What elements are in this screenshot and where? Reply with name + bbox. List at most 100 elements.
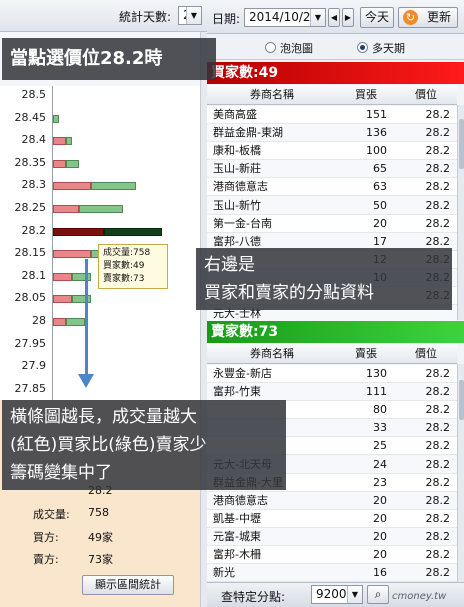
table-row[interactable]: 凱基-中壢 20 28.2 bbox=[207, 509, 457, 528]
cell-qty: 111 bbox=[366, 385, 387, 399]
cell-qty: 151 bbox=[366, 108, 387, 121]
sell-bar[interactable] bbox=[72, 295, 92, 304]
price-tick-label: 28.15 bbox=[14, 246, 47, 260]
price-tick-label: 28.05 bbox=[14, 291, 47, 305]
refresh-icon: ↻ bbox=[403, 10, 418, 25]
update-label: 更新 bbox=[426, 10, 451, 24]
cell-price: 28.2 bbox=[425, 548, 451, 561]
date-label: 日期: bbox=[212, 12, 241, 26]
radio-bubble[interactable] bbox=[265, 42, 276, 53]
buy-bar[interactable] bbox=[53, 295, 73, 304]
price-tick-label: 28.25 bbox=[14, 201, 47, 214]
buyers-scrollbar[interactable] bbox=[457, 105, 464, 320]
col-broker[interactable]: 券商名稱 bbox=[207, 85, 337, 105]
sellers-scrollbar[interactable] bbox=[457, 364, 464, 582]
table-row[interactable]: 永豐金-新店 130 28.2 bbox=[207, 365, 457, 383]
cell-broker: 群益金鼎-東湖 bbox=[213, 126, 283, 140]
cell-broker: 玉山-新竹 bbox=[213, 198, 261, 212]
search-button[interactable]: ⌕ bbox=[367, 585, 389, 604]
table-row[interactable]: 玉山-新莊 65 28.2 bbox=[207, 160, 457, 179]
table-row[interactable]: 富邦-木柵 20 28.2 bbox=[207, 546, 457, 564]
price-tick-label: 27.9 bbox=[21, 359, 47, 373]
broker-search-value: 9200 bbox=[316, 587, 347, 601]
cell-broker: 玉山-新莊 bbox=[213, 162, 261, 176]
callout-bottom: 橫條圖越長，成交量越大 (紅色)買家比(綠色)賣家少 籌碼變集中了 bbox=[2, 400, 286, 490]
update-button[interactable]: ↻ 更新 bbox=[398, 7, 458, 28]
cell-price: 28.2 bbox=[425, 198, 451, 212]
cell-qty: 65 bbox=[373, 162, 387, 176]
cell-price: 28.2 bbox=[425, 367, 451, 380]
price-tick-label: 28.4 bbox=[21, 133, 47, 147]
sell-bar[interactable] bbox=[65, 159, 79, 168]
prev-day-button[interactable]: ◀ bbox=[328, 8, 340, 27]
col-broker[interactable]: 券商名稱 bbox=[207, 344, 337, 364]
table-row[interactable]: 康和-板橋 100 28.2 bbox=[207, 142, 457, 161]
broker-search-input[interactable]: 9200 ▼ bbox=[311, 585, 363, 604]
summary-sell-label: 賣方: bbox=[33, 553, 59, 566]
table-row[interactable]: 第一金-台南 20 28.2 bbox=[207, 214, 457, 233]
cell-price: 28.2 bbox=[425, 439, 451, 453]
sell-bar[interactable] bbox=[72, 272, 92, 281]
col-qty[interactable]: 買張 bbox=[337, 85, 395, 105]
cell-price: 28.2 bbox=[425, 180, 451, 194]
table-row[interactable]: 美商高盛 151 28.2 bbox=[207, 106, 457, 124]
table-row[interactable]: 新光 16 28.2 bbox=[207, 564, 457, 583]
chevron-down-icon: ▼ bbox=[310, 9, 325, 26]
col-qty[interactable]: 賣張 bbox=[337, 344, 395, 364]
radio-multiday-label: 多天期 bbox=[372, 42, 405, 55]
buy-bar[interactable] bbox=[53, 137, 66, 146]
sell-bar[interactable] bbox=[65, 318, 85, 326]
sell-bar[interactable] bbox=[53, 114, 60, 123]
table-row[interactable]: 元富-城東 20 28.2 bbox=[207, 527, 457, 546]
radio-multiday[interactable] bbox=[357, 42, 368, 53]
callout-bottom-line3: 籌碼變集中了 bbox=[10, 463, 112, 483]
buy-bar[interactable] bbox=[53, 318, 66, 326]
radio-bubble-label: 泡泡圖 bbox=[280, 42, 313, 55]
table-row[interactable]: 港商德意志 20 28.2 bbox=[207, 491, 457, 510]
buy-bar[interactable] bbox=[53, 272, 73, 281]
broker-search-label: 查特定分點: bbox=[221, 590, 286, 604]
cell-qty: 16 bbox=[373, 566, 387, 580]
sell-bar[interactable] bbox=[78, 205, 124, 213]
sell-bar[interactable] bbox=[104, 227, 162, 236]
cell-price: 28.2 bbox=[425, 421, 451, 435]
next-day-button[interactable]: ▶ bbox=[342, 8, 354, 27]
buy-bar[interactable] bbox=[53, 205, 79, 213]
cell-broker: 永豐金-新店 bbox=[213, 367, 272, 380]
buy-bar[interactable] bbox=[53, 182, 92, 191]
buy-bar[interactable] bbox=[53, 159, 66, 168]
sell-bar[interactable] bbox=[91, 182, 137, 191]
buy-bar[interactable] bbox=[53, 250, 92, 259]
col-price[interactable]: 價位 bbox=[395, 344, 457, 364]
price-tick-label: 28.45 bbox=[14, 110, 47, 124]
cell-price: 28.2 bbox=[425, 457, 451, 471]
table-row[interactable]: 港商德意志 63 28.2 bbox=[207, 178, 457, 197]
arrow-down-icon bbox=[78, 374, 94, 388]
buy-bar[interactable] bbox=[53, 227, 105, 236]
table-row[interactable]: 玉山-新竹 50 28.2 bbox=[207, 196, 457, 215]
days-select[interactable]: 2 ▼ bbox=[178, 6, 202, 25]
left-scrollbar[interactable] bbox=[200, 32, 207, 607]
price-tick-label: 28.3 bbox=[21, 178, 47, 192]
cell-broker: 富邦-木柵 bbox=[213, 548, 261, 561]
range-stats-button[interactable]: 顯示區間統計 bbox=[82, 575, 174, 595]
callout-bottom-line2: (紅色)買家比(綠色)賣家少 bbox=[10, 435, 207, 455]
today-button[interactable]: 今天 bbox=[360, 7, 394, 28]
price-tick-label: 28 bbox=[32, 314, 46, 327]
sellers-scroll-thumb[interactable] bbox=[459, 380, 464, 420]
callout-right-line1: 右邊是 bbox=[204, 255, 255, 275]
cell-qty: 24 bbox=[373, 457, 387, 471]
cell-qty: 20 bbox=[373, 529, 387, 543]
cell-qty: 80 bbox=[373, 403, 387, 417]
date-value: 2014/10/2 bbox=[249, 10, 311, 24]
date-picker[interactable]: 2014/10/2 ▼ bbox=[244, 8, 326, 27]
table-row[interactable]: 群益金鼎-東湖 136 28.2 bbox=[207, 124, 457, 143]
col-price[interactable]: 價位 bbox=[395, 85, 457, 105]
table-row[interactable]: 富邦-竹東 111 28.2 bbox=[207, 383, 457, 402]
cell-price: 28.2 bbox=[425, 493, 451, 507]
cell-qty: 33 bbox=[373, 421, 387, 435]
cell-qty: 50 bbox=[373, 198, 387, 212]
sell-bar[interactable] bbox=[65, 137, 73, 146]
cell-qty: 20 bbox=[373, 511, 387, 525]
buyers-scroll-thumb[interactable] bbox=[459, 119, 464, 169]
